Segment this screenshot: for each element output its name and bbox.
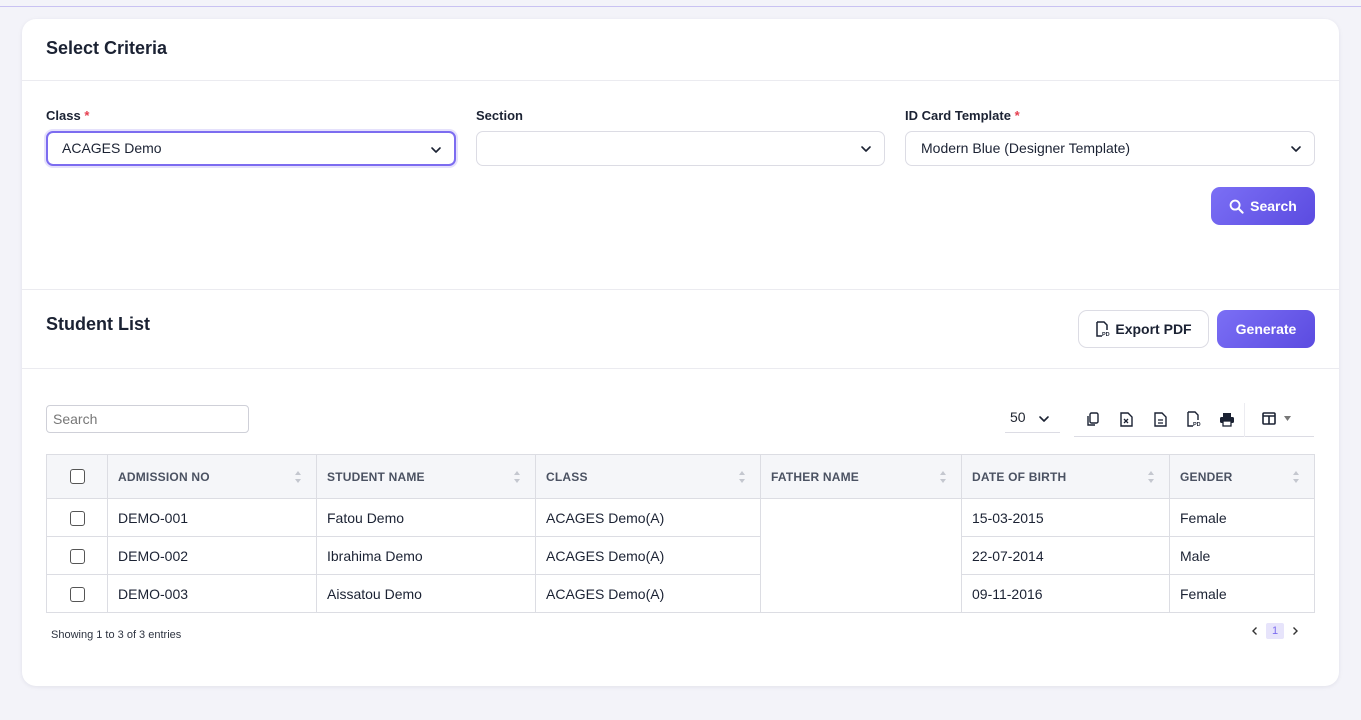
chevron-down-icon <box>1039 416 1049 422</box>
row-checkbox[interactable] <box>69 548 85 564</box>
pdf-icon[interactable]: PDF <box>1182 408 1204 430</box>
class-select[interactable]: ACAGES Demo <box>46 131 456 166</box>
page-length-value: 50 <box>1010 409 1026 425</box>
template-select-value: Modern Blue (Designer Template) <box>921 140 1131 156</box>
search-button[interactable]: Search <box>1211 187 1315 225</box>
column-header[interactable]: STUDENT NAME <box>316 454 536 499</box>
student-name-link[interactable]: Aissatou Demo <box>316 574 536 613</box>
select-all-checkbox[interactable] <box>69 469 85 485</box>
class-cell: ACAGES Demo(A) <box>535 536 761 575</box>
column-header[interactable]: FATHER NAME <box>760 454 962 499</box>
column-header-label: STUDENT NAME <box>327 469 425 484</box>
excel-icon[interactable] <box>1115 408 1137 430</box>
row-select-cell <box>46 574 108 613</box>
table-row: DEMO-001 Fatou Demo ACAGES Demo(A) 15-03… <box>46 498 1315 613</box>
column-header[interactable]: GENDER <box>1169 454 1315 499</box>
table-info: Showing 1 to 3 of 3 entries <box>51 629 182 641</box>
divider <box>22 80 1339 81</box>
chevron-right-icon[interactable] <box>1290 626 1300 636</box>
admission-no-cell: DEMO-002 <box>107 536 317 575</box>
top-border <box>0 0 1361 7</box>
column-header[interactable]: ADMISSION NO <box>107 454 317 499</box>
class-cell: ACAGES Demo(A) <box>535 574 761 613</box>
gender-cell: Female <box>1169 498 1315 537</box>
row-select-cell <box>46 536 108 575</box>
student-name-link[interactable]: Fatou Demo <box>316 498 536 537</box>
export-toolbar: PDF <box>1074 403 1314 437</box>
admission-no-cell: DEMO-001 <box>107 498 317 537</box>
divider <box>22 289 1339 290</box>
csv-icon[interactable] <box>1149 408 1171 430</box>
required-mark: * <box>84 108 90 123</box>
student-name-link[interactable]: Ibrahima Demo <box>316 536 536 575</box>
divider <box>22 368 1339 369</box>
column-header[interactable]: CLASS <box>535 454 761 499</box>
column-header-label: ADMISSION NO <box>118 469 210 484</box>
main-card: Select Criteria Class * ACAGES Demo Sect… <box>22 19 1339 686</box>
sort-icon <box>1148 471 1154 483</box>
sort-icon <box>940 471 946 483</box>
svg-text:PDF: PDF <box>1102 332 1110 337</box>
search-icon <box>1229 199 1244 214</box>
table-search-input[interactable] <box>46 405 249 433</box>
page-button-current[interactable]: 1 <box>1266 623 1284 639</box>
chevron-down-icon <box>1291 146 1301 152</box>
sort-icon <box>1293 471 1299 483</box>
class-select-value: ACAGES Demo <box>62 140 162 156</box>
column-header-label: DATE OF BIRTH <box>972 469 1067 484</box>
section-label: Section <box>476 108 523 123</box>
required-mark: * <box>1014 108 1020 123</box>
copy-icon[interactable] <box>1082 408 1104 430</box>
father-name-cell <box>760 498 962 613</box>
student-list-title: Student List <box>46 314 150 334</box>
columns-icon[interactable] <box>1259 408 1299 430</box>
column-header[interactable]: DATE OF BIRTH <box>961 454 1170 499</box>
gender-cell: Female <box>1169 574 1315 613</box>
column-header-label: CLASS <box>546 469 588 484</box>
column-header-label: GENDER <box>1180 469 1233 484</box>
pagination: 1 <box>1250 623 1300 639</box>
toolbar-separator <box>1244 403 1245 437</box>
export-pdf-button[interactable]: PDF Export PDF <box>1078 310 1209 348</box>
column-header-label: FATHER NAME <box>771 469 859 484</box>
table-row: DEMO-003 Aissatou Demo ACAGES Demo(A) 09… <box>46 574 1315 613</box>
page-length-select[interactable]: 50 <box>1005 403 1060 433</box>
chevron-left-icon[interactable] <box>1250 626 1260 636</box>
svg-text:PDF: PDF <box>1193 422 1201 427</box>
search-button-label: Search <box>1250 198 1297 214</box>
class-label-text: Class <box>46 108 81 123</box>
class-label: Class * <box>46 108 89 123</box>
class-cell: ACAGES Demo(A) <box>535 498 761 537</box>
sort-icon <box>514 471 520 483</box>
table-row: DEMO-002 Ibrahima Demo ACAGES Demo(A) 22… <box>46 536 1315 575</box>
pdf-file-icon: PDF <box>1096 321 1110 337</box>
admission-no-cell: DEMO-003 <box>107 574 317 613</box>
sort-icon <box>295 471 301 483</box>
chevron-down-icon <box>431 147 441 153</box>
template-label-text: ID Card Template <box>905 108 1011 123</box>
chevron-down-icon <box>861 146 871 152</box>
student-table: ADMISSION NO STUDENT NAME CLASS FATHER N… <box>46 454 1315 613</box>
dob-cell: 22-07-2014 <box>961 536 1170 575</box>
table-header-row: ADMISSION NO STUDENT NAME CLASS FATHER N… <box>46 454 1315 499</box>
generate-button-label: Generate <box>1235 321 1297 337</box>
section-select[interactable] <box>476 131 885 166</box>
generate-button[interactable]: Generate <box>1217 310 1315 348</box>
row-checkbox[interactable] <box>69 510 85 526</box>
template-label: ID Card Template * <box>905 108 1020 123</box>
export-pdf-label: Export PDF <box>1115 321 1192 337</box>
sort-icon <box>739 471 745 483</box>
gender-cell: Male <box>1169 536 1315 575</box>
template-select[interactable]: Modern Blue (Designer Template) <box>905 131 1315 166</box>
row-checkbox[interactable] <box>69 586 85 602</box>
print-icon[interactable] <box>1216 408 1238 430</box>
dob-cell: 09-11-2016 <box>961 574 1170 613</box>
dob-cell: 15-03-2015 <box>961 498 1170 537</box>
select-all-cell <box>46 454 108 499</box>
criteria-title: Select Criteria <box>46 38 168 58</box>
row-select-cell <box>46 498 108 537</box>
